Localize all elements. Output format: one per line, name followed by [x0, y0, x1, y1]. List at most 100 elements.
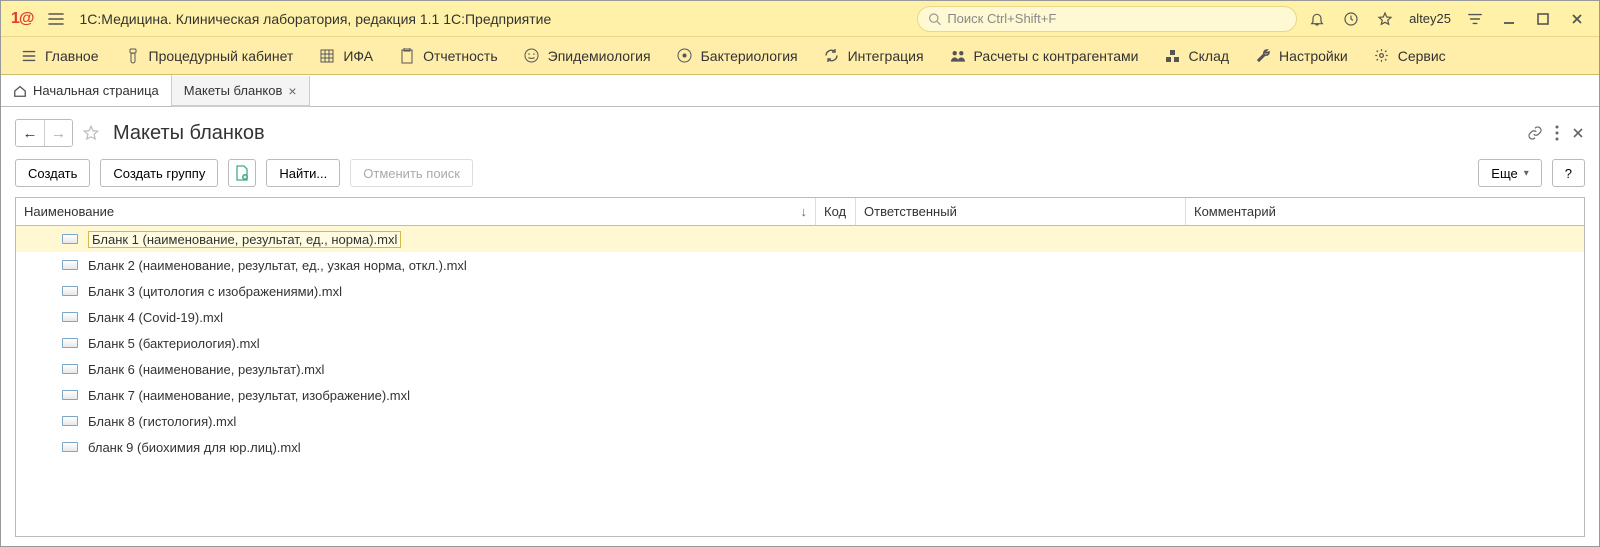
cancel-find-button: Отменить поиск	[350, 159, 473, 187]
table-row[interactable]: Бланк 5 (бактериология).mxl	[16, 330, 1584, 356]
filter-icon[interactable]	[1461, 5, 1489, 33]
smile-icon	[524, 48, 540, 64]
create-group-button[interactable]: Создать группу	[100, 159, 218, 187]
wrench-icon	[1255, 48, 1271, 64]
menu-label: Отчетность	[423, 48, 498, 64]
row-name: Бланк 8 (гистология).mxl	[88, 414, 236, 429]
app-title: 1С:Медицина. Клиническая лаборатория, ре…	[80, 11, 552, 27]
content-area: ← → Макеты бланков Создать Создать групп…	[1, 107, 1599, 537]
row-name: Бланк 2 (наименование, результат, ед., у…	[88, 258, 467, 273]
table-row[interactable]: бланк 9 (биохимия для юр.лиц).mxl	[16, 434, 1584, 460]
document-icon	[62, 260, 78, 270]
app-logo-1c: 1@	[9, 10, 36, 28]
menu-label: ИФА	[343, 48, 373, 64]
create-button[interactable]: Создать	[15, 159, 90, 187]
document-icon	[62, 312, 78, 322]
tab-label: Начальная страница	[33, 83, 159, 98]
content-header: ← → Макеты бланков	[15, 113, 1585, 153]
more-button[interactable]: Еще▾	[1478, 159, 1541, 187]
menu-item-warehouse[interactable]: Склад	[1153, 40, 1242, 72]
row-name: Бланк 5 (бактериология).mxl	[88, 336, 260, 351]
menu-label: Склад	[1189, 48, 1230, 64]
tab-close-icon[interactable]: ×	[288, 83, 296, 99]
column-header-name[interactable]: Наименование↓	[16, 198, 816, 225]
nav-forward-button[interactable]: →	[44, 120, 72, 146]
document-icon	[62, 416, 78, 426]
row-name: Бланк 3 (цитология с изображениями).mxl	[88, 284, 342, 299]
menu-item-bacteriology[interactable]: Бактериология	[665, 40, 810, 72]
history-icon[interactable]	[1337, 5, 1365, 33]
table-row[interactable]: Бланк 3 (цитология с изображениями).mxl	[16, 278, 1584, 304]
global-search-input[interactable]	[947, 11, 1286, 26]
window-close-icon[interactable]	[1563, 5, 1591, 33]
titlebar: 1@ 1С:Медицина. Клиническая лаборатория,…	[1, 1, 1599, 37]
load-file-button[interactable]	[228, 159, 256, 187]
document-icon	[62, 286, 78, 296]
menu-icon	[21, 48, 37, 64]
menu-item-integration[interactable]: Интеграция	[812, 40, 936, 72]
help-button[interactable]: ?	[1552, 159, 1585, 187]
menu-label: Главное	[45, 48, 99, 64]
document-icon	[62, 234, 78, 244]
menu-label: Расчеты с контрагентами	[974, 48, 1139, 64]
row-name: Бланк 1 (наименование, результат, ед., н…	[88, 231, 401, 248]
table-row[interactable]: Бланк 2 (наименование, результат, ед., у…	[16, 252, 1584, 278]
table-row[interactable]: Бланк 1 (наименование, результат, ед., н…	[16, 226, 1584, 252]
main-menubar: Главное Процедурный кабинет ИФА Отчетнос…	[1, 37, 1599, 75]
table: Наименование↓ Код Ответственный Коммента…	[15, 197, 1585, 537]
link-icon[interactable]	[1527, 125, 1543, 141]
column-header-code[interactable]: Код	[816, 198, 856, 225]
menu-item-contragents[interactable]: Расчеты с контрагентами	[938, 40, 1151, 72]
username[interactable]: altey25	[1405, 11, 1455, 26]
tab-home[interactable]: Начальная страница	[1, 75, 172, 106]
flask-icon	[125, 48, 141, 64]
page-title: Макеты бланков	[113, 122, 265, 145]
table-row[interactable]: Бланк 6 (наименование, результат).mxl	[16, 356, 1584, 382]
target-icon	[677, 48, 693, 64]
document-icon	[62, 390, 78, 400]
row-name: Бланк 6 (наименование, результат).mxl	[88, 362, 324, 377]
document-icon	[62, 442, 78, 452]
nav-back-button[interactable]: ←	[16, 120, 44, 146]
column-header-comment[interactable]: Комментарий	[1186, 198, 1584, 225]
row-name: бланк 9 (биохимия для юр.лиц).mxl	[88, 440, 301, 455]
menu-label: Настройки	[1279, 48, 1348, 64]
close-content-icon[interactable]	[1571, 126, 1585, 140]
refresh-icon	[824, 48, 840, 64]
main-menu-hamburger-icon[interactable]	[42, 5, 70, 33]
document-icon	[62, 338, 78, 348]
menu-item-service[interactable]: Сервис	[1362, 40, 1458, 72]
gear-icon	[1374, 48, 1390, 64]
search-icon	[928, 12, 941, 26]
tab-form-templates[interactable]: Макеты бланков ×	[172, 76, 310, 107]
menu-item-reports[interactable]: Отчетность	[387, 40, 510, 72]
grid-icon	[319, 48, 335, 64]
file-plus-icon	[235, 165, 249, 181]
people-icon	[950, 48, 966, 64]
window-minimize-icon[interactable]	[1495, 5, 1523, 33]
table-row[interactable]: Бланк 7 (наименование, результат, изобра…	[16, 382, 1584, 408]
favorite-star-icon[interactable]	[79, 121, 103, 145]
bell-icon[interactable]	[1303, 5, 1331, 33]
kebab-menu-icon[interactable]	[1555, 125, 1559, 141]
column-header-responsible[interactable]: Ответственный	[856, 198, 1186, 225]
star-icon[interactable]	[1371, 5, 1399, 33]
row-name: Бланк 7 (наименование, результат, изобра…	[88, 388, 410, 403]
window-maximize-icon[interactable]	[1529, 5, 1557, 33]
menu-label: Эпидемиология	[548, 48, 651, 64]
table-row[interactable]: Бланк 4 (Covid-19).mxl	[16, 304, 1584, 330]
clipboard-icon	[399, 48, 415, 64]
row-name: Бланк 4 (Covid-19).mxl	[88, 310, 223, 325]
menu-item-procedural[interactable]: Процедурный кабинет	[113, 40, 306, 72]
find-button[interactable]: Найти...	[266, 159, 340, 187]
tab-label: Макеты бланков	[184, 83, 283, 98]
menu-item-ifa[interactable]: ИФА	[307, 40, 385, 72]
menu-label: Интеграция	[848, 48, 924, 64]
global-search[interactable]	[917, 6, 1297, 32]
toolbar: Создать Создать группу Найти... Отменить…	[15, 153, 1585, 197]
document-icon	[62, 364, 78, 374]
menu-item-epidemiology[interactable]: Эпидемиология	[512, 40, 663, 72]
menu-item-main[interactable]: Главное	[9, 40, 111, 72]
table-row[interactable]: Бланк 8 (гистология).mxl	[16, 408, 1584, 434]
menu-item-settings[interactable]: Настройки	[1243, 40, 1360, 72]
